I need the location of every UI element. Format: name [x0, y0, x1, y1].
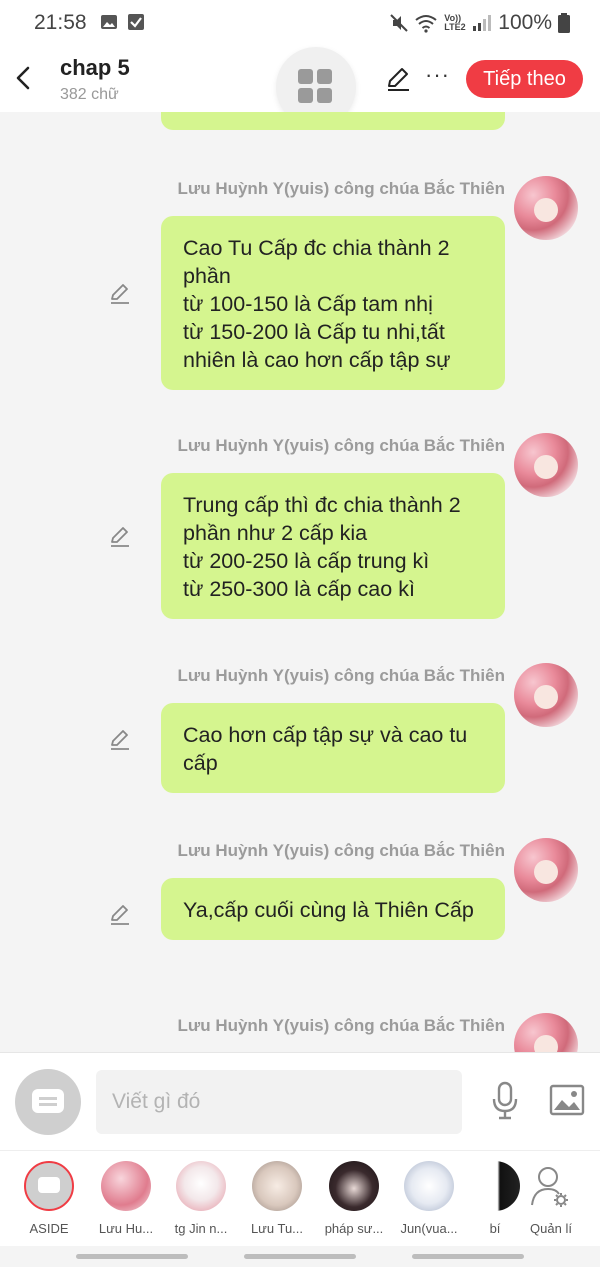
character-item[interactable]: pháp sư... [315, 1161, 393, 1236]
wifi-icon [415, 15, 437, 33]
message-input-bar [0, 1052, 600, 1150]
back-icon[interactable] [12, 64, 36, 92]
checkbox-icon [128, 14, 144, 30]
image-icon[interactable] [549, 1084, 585, 1116]
message-bubble[interactable]: Ya,cấp cuối cùng là Thiên Cấp [161, 878, 505, 940]
character-aside[interactable]: ASIDE [10, 1161, 88, 1236]
message-sender: Lưu Huỳnh Y(yuis) công chúa Bắc Thiên [177, 666, 505, 685]
network-label: Vo)) LTE2 [444, 13, 466, 32]
character-label: Quản lí [530, 1221, 572, 1236]
character-item[interactable]: tg Jin n... [162, 1161, 240, 1236]
status-time: 21:58 [34, 11, 87, 34]
edit-icon[interactable] [108, 728, 132, 752]
avatar[interactable] [514, 433, 578, 497]
message-bubble[interactable]: Cao Tu Cấp đc chia thành 2 phần từ 100-1… [161, 216, 505, 390]
character-item[interactable]: Lưu Hu... [87, 1161, 165, 1236]
message-input[interactable] [96, 1070, 462, 1134]
message-sender: Lưu Huỳnh Y(yuis) công chúa Bắc Thiên [177, 436, 505, 455]
manage-characters-button[interactable]: Quản lí [512, 1161, 590, 1236]
status-bar: 21:58 Vo)) LTE2 100% [0, 0, 600, 46]
character-label: tg Jin n... [174, 1221, 228, 1236]
chapter-header: chap 5 382 chữ ··· Tiếp theo [0, 46, 600, 127]
avatar[interactable] [514, 838, 578, 902]
avatar [404, 1161, 454, 1211]
avatar[interactable] [514, 1013, 578, 1052]
chapter-title: chap 5 [60, 55, 130, 80]
grid-icon [298, 69, 313, 84]
message-sender: Lưu Huỳnh Y(yuis) công chúa Bắc Thiên [177, 1016, 505, 1035]
character-label: Lưu Tu... [250, 1221, 304, 1236]
avatar[interactable] [514, 176, 578, 240]
message-sender: Lưu Huỳnh Y(yuis) công chúa Bắc Thiên [177, 841, 505, 860]
gallery-icon [101, 15, 117, 29]
microphone-icon[interactable] [489, 1081, 521, 1121]
edit-icon[interactable] [108, 282, 132, 306]
user-settings-icon [531, 1167, 568, 1207]
message-bubble[interactable]: Trung cấp thì đc chia thành 2 phần như 2… [161, 473, 505, 619]
pen-icon[interactable] [385, 66, 411, 92]
edit-icon[interactable] [108, 525, 132, 549]
next-chapter-button[interactable]: Tiếp theo [466, 60, 583, 98]
aside-icon [24, 1161, 74, 1211]
message-bubble[interactable]: Cao hơn cấp tập sự và cao tu cấp [161, 703, 505, 793]
character-strip: ASIDE Lưu Hu... tg Jin n... Lưu Tu... ph… [0, 1150, 600, 1246]
avatar[interactable] [514, 663, 578, 727]
avatar [252, 1161, 302, 1211]
story-mode-button[interactable] [15, 1069, 81, 1135]
more-options-button[interactable]: ··· [425, 62, 450, 88]
system-nav-bar [0, 1246, 600, 1267]
battery-icon [558, 13, 570, 33]
character-label: ASIDE [29, 1221, 69, 1236]
word-count: 382 chữ [60, 86, 119, 103]
character-item[interactable]: Lưu Tu... [238, 1161, 316, 1236]
nav-recent-button[interactable] [76, 1254, 188, 1259]
character-label: pháp sư... [324, 1221, 384, 1236]
chat-area[interactable]: Lưu Huỳnh Y(yuis) công chúa Bắc Thiên Ca… [0, 112, 600, 1052]
avatar [329, 1161, 379, 1211]
battery-percent: 100% [498, 11, 552, 34]
character-label: Lưu Hu... [98, 1221, 154, 1236]
edit-icon[interactable] [108, 903, 132, 927]
status-right: Vo)) LTE2 100% [390, 11, 570, 35]
nav-back-button[interactable] [412, 1254, 524, 1259]
message-sender: Lưu Huỳnh Y(yuis) công chúa Bắc Thiên [177, 179, 505, 198]
nav-home-button[interactable] [244, 1254, 356, 1259]
avatar [176, 1161, 226, 1211]
avatar [101, 1161, 151, 1211]
signal-icon [473, 15, 492, 31]
message-bubble-partial[interactable] [161, 112, 505, 130]
mute-icon [390, 14, 408, 32]
